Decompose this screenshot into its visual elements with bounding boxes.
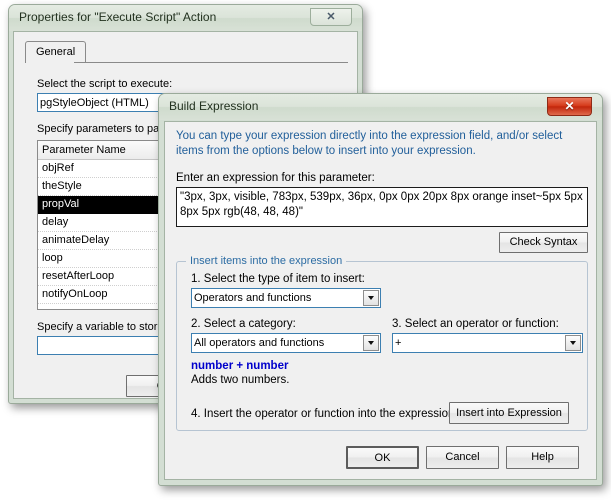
table-row[interactable]: animateDelay bbox=[38, 232, 171, 250]
properties-window-title: Properties for "Execute Script" Action bbox=[19, 10, 217, 24]
parameter-name-column-header[interactable]: Parameter Name bbox=[38, 141, 171, 160]
expression-input-value: "3px, 3px, visible, 783px, 539px, 36px, … bbox=[180, 191, 583, 218]
step1-label: 1. Select the type of item to insert: bbox=[191, 273, 365, 285]
operator-signature: number + number bbox=[191, 360, 289, 372]
properties-titlebar[interactable]: Properties for "Execute Script" Action ✕ bbox=[9, 5, 362, 31]
variable-input[interactable] bbox=[37, 336, 177, 355]
ok-button[interactable]: OK bbox=[346, 446, 419, 469]
operator-description: Adds two numbers. bbox=[191, 374, 290, 386]
operator-combo-value: + bbox=[395, 337, 402, 349]
expression-input[interactable]: "3px, 3px, visible, 783px, 539px, 36px, … bbox=[176, 187, 588, 227]
insert-items-groupbox-title: Insert items into the expression bbox=[186, 255, 347, 267]
close-icon[interactable]: ✕ bbox=[310, 8, 352, 26]
insert-into-expression-button[interactable]: Insert into Expression bbox=[449, 402, 569, 424]
build-expression-titlebar[interactable]: Build Expression ✕ bbox=[159, 94, 602, 120]
category-combo[interactable]: All operators and functions bbox=[191, 333, 381, 353]
tab-general[interactable]: General bbox=[25, 41, 87, 62]
item-type-combo[interactable]: Operators and functions bbox=[191, 288, 381, 308]
parameters-rows: objRef theStyle propVal delay animateDel… bbox=[38, 160, 171, 304]
params-label: Specify parameters to pass bbox=[37, 123, 171, 135]
build-expression-dialog[interactable]: Build Expression ✕ You can type your exp… bbox=[158, 93, 603, 486]
intro-text: You can type your expression directly in… bbox=[176, 130, 563, 157]
table-row[interactable]: resetAfterLoop bbox=[38, 268, 171, 286]
parameters-listview[interactable]: Parameter Name objRef theStyle propVal d… bbox=[37, 140, 172, 310]
table-row[interactable]: loop bbox=[38, 250, 171, 268]
step4-label: 4. Insert the operator or function into … bbox=[191, 408, 458, 420]
step3-label: 3. Select an operator or function: bbox=[392, 318, 559, 330]
step2-label: 2. Select a category: bbox=[191, 318, 296, 330]
check-syntax-button[interactable]: Check Syntax bbox=[499, 232, 588, 253]
tab-underline-cover bbox=[26, 62, 74, 63]
table-row[interactable]: theStyle bbox=[38, 178, 171, 196]
expression-label: Enter an expression for this parameter: bbox=[176, 172, 375, 184]
script-combo-value: pgStyleObject (HTML) bbox=[40, 97, 149, 109]
table-row[interactable]: delay bbox=[38, 214, 171, 232]
chevron-down-icon[interactable] bbox=[363, 335, 379, 351]
chevron-down-icon[interactable] bbox=[565, 335, 581, 351]
script-label: Select the script to execute: bbox=[37, 78, 173, 90]
table-row[interactable]: objRef bbox=[38, 160, 171, 178]
chevron-down-icon[interactable] bbox=[363, 290, 379, 306]
cancel-button[interactable]: Cancel bbox=[426, 446, 499, 469]
build-expression-title: Build Expression bbox=[169, 99, 259, 113]
category-combo-value: All operators and functions bbox=[194, 337, 325, 349]
variable-label: Specify a variable to store bbox=[37, 321, 164, 333]
help-button[interactable]: Help bbox=[506, 446, 579, 469]
item-type-combo-value: Operators and functions bbox=[194, 292, 312, 304]
properties-tabstrip: General bbox=[25, 41, 348, 63]
operator-combo[interactable]: + bbox=[392, 333, 583, 353]
close-icon[interactable]: ✕ bbox=[547, 97, 592, 116]
table-row[interactable]: propVal bbox=[38, 196, 171, 214]
table-row[interactable]: notifyOnLoop bbox=[38, 286, 171, 304]
